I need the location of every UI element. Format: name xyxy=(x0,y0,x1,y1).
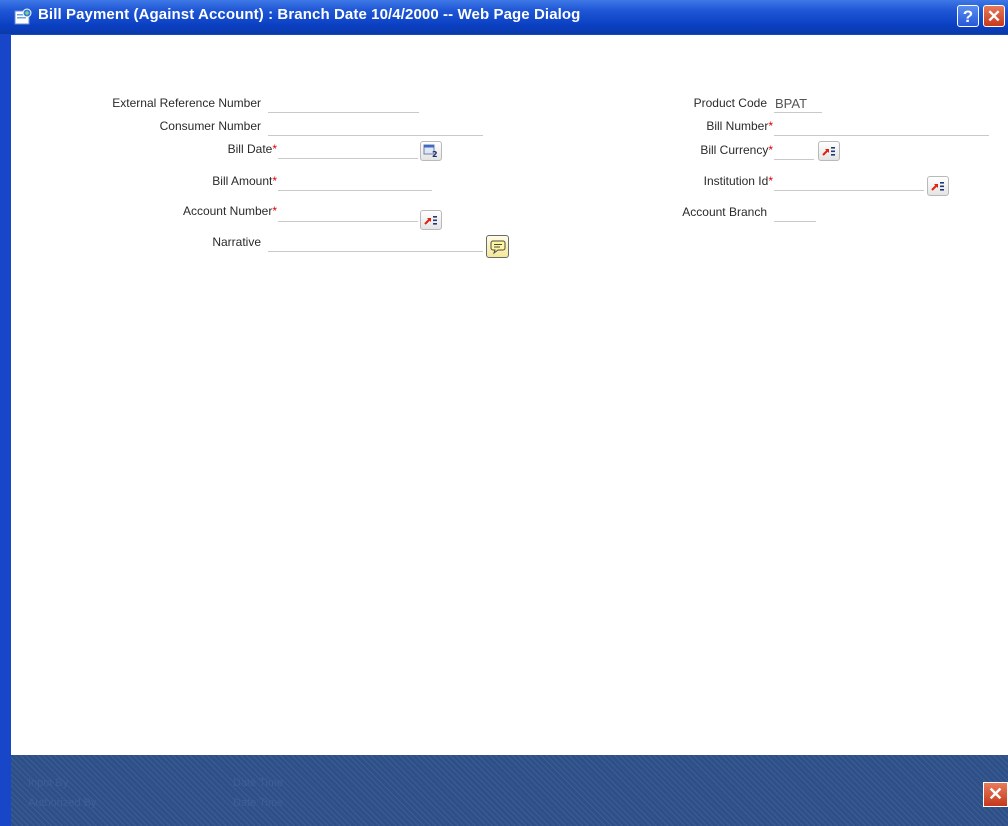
bill-number-field[interactable] xyxy=(774,135,989,136)
list-of-values-icon xyxy=(424,216,437,225)
bill-date-calendar-button[interactable]: 2 xyxy=(420,141,442,161)
bill-date-label: Bill Date* xyxy=(227,142,277,156)
exit-button[interactable]: ✕ xyxy=(983,782,1008,807)
authorized-by-label: Authorized By xyxy=(28,797,97,809)
consumer-number-label: Consumer Number xyxy=(159,119,261,133)
help-button[interactable]: ? xyxy=(957,5,979,27)
web-page-icon xyxy=(14,8,32,25)
product-code-field: BPAT xyxy=(774,96,822,113)
bill-amount-field[interactable] xyxy=(278,190,432,191)
narrative-editor-button[interactable] xyxy=(486,235,509,258)
input-by-label: Input By xyxy=(28,777,69,789)
institution-id-label: Institution Id* xyxy=(703,174,773,188)
bill-currency-lov-button[interactable] xyxy=(818,141,840,161)
bill-currency-label: Bill Currency* xyxy=(700,143,773,157)
institution-id-lov-button[interactable] xyxy=(927,176,949,196)
dialog-title: Bill Payment (Against Account) : Branch … xyxy=(38,6,581,23)
bill-date-field[interactable] xyxy=(278,158,418,159)
product-code-label: Product Code xyxy=(693,96,767,110)
list-of-values-icon xyxy=(822,147,835,156)
calendar-icon: 2 xyxy=(423,144,438,158)
dialog-title-bar: Bill Payment (Against Account) : Branch … xyxy=(0,0,1008,34)
form-panel: External Reference Number Consumer Numbe… xyxy=(11,35,1008,755)
bill-number-label: Bill Number* xyxy=(706,119,773,133)
external-reference-number-label: External Reference Number xyxy=(112,96,261,110)
authorized-date-time-label: Date Time xyxy=(233,797,284,809)
input-date-time-label: Date Time xyxy=(233,777,284,789)
account-number-lov-button[interactable] xyxy=(420,210,442,230)
account-branch-field[interactable] xyxy=(774,221,816,222)
external-reference-number-field[interactable] xyxy=(268,112,419,113)
narrative-label: Narrative xyxy=(212,235,261,249)
bill-currency-field[interactable] xyxy=(774,159,814,160)
account-number-field[interactable] xyxy=(278,221,418,222)
close-button[interactable]: ✕ xyxy=(983,5,1005,27)
account-number-label: Account Number* xyxy=(182,204,277,218)
audit-footer: Input By Date Time Authorized By Date Ti… xyxy=(11,755,1008,826)
svg-text:2: 2 xyxy=(432,150,438,158)
list-of-values-icon xyxy=(931,182,944,191)
consumer-number-field[interactable] xyxy=(268,135,483,136)
institution-id-field[interactable] xyxy=(774,190,924,191)
bill-amount-label: Bill Amount* xyxy=(212,174,277,188)
narrative-field[interactable] xyxy=(268,251,483,252)
speech-bubble-icon xyxy=(490,240,505,254)
account-branch-label: Account Branch xyxy=(682,205,767,219)
